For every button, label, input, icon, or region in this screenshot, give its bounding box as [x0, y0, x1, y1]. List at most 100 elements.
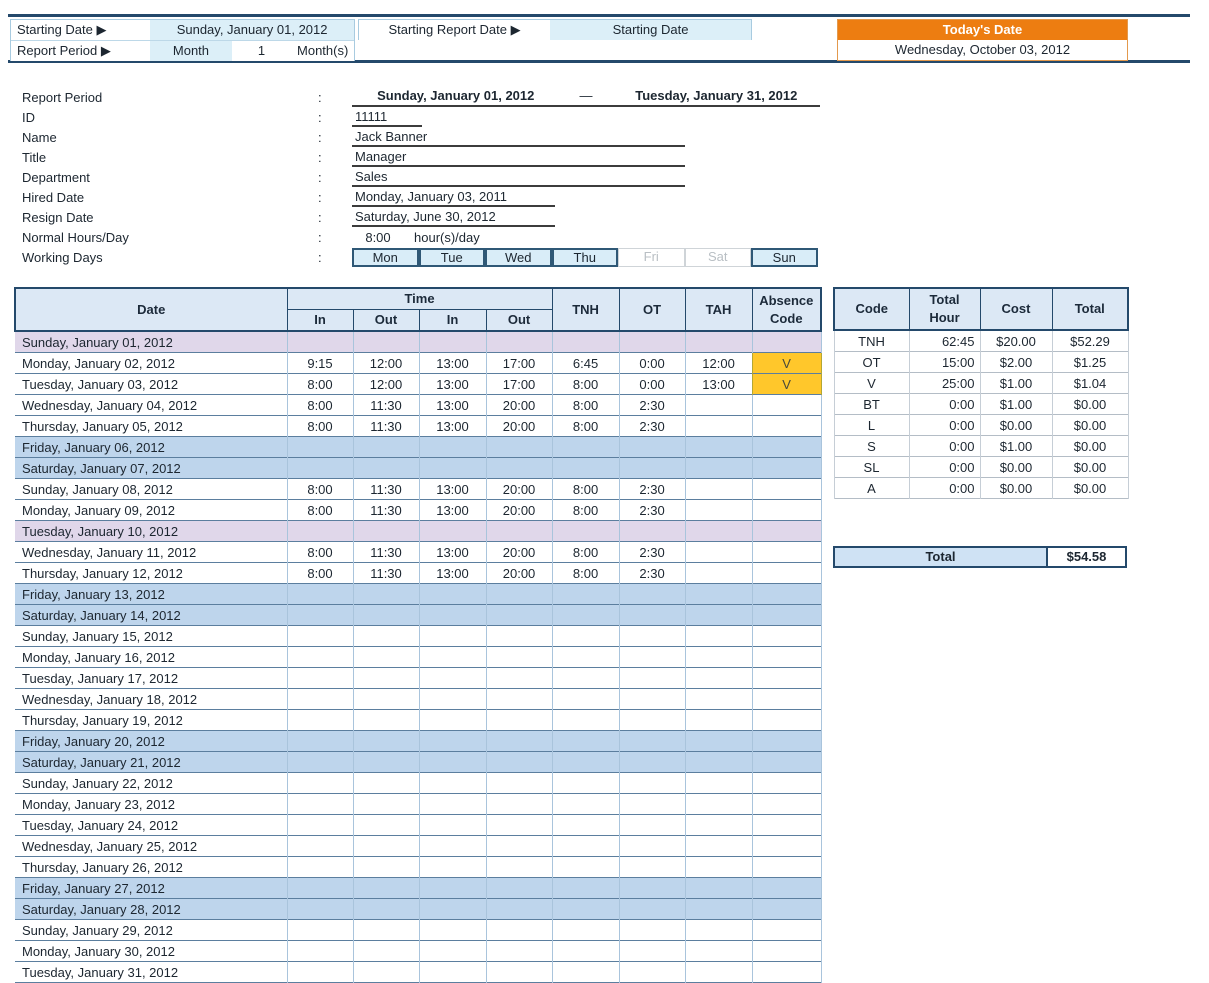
time-cell[interactable] [684, 919, 753, 941]
time-cell[interactable] [684, 625, 753, 647]
total-cell[interactable]: $52.29 [1051, 330, 1129, 352]
date-cell[interactable]: Saturday, January 14, 2012 [15, 604, 287, 626]
time-cell[interactable] [684, 562, 753, 584]
time-cell[interactable] [485, 898, 553, 920]
time-cell[interactable] [684, 730, 753, 752]
time-cell[interactable] [618, 604, 686, 626]
time-cell[interactable]: 8:00 [551, 541, 620, 563]
time-cell[interactable] [286, 898, 353, 920]
code-cell[interactable]: V [833, 372, 910, 394]
time-cell[interactable]: 8:00 [286, 394, 353, 416]
time-cell[interactable] [618, 961, 686, 983]
absence-code-cell[interactable] [751, 919, 822, 941]
time-cell[interactable] [418, 772, 486, 794]
absence-code-cell[interactable] [751, 394, 822, 416]
absence-code-cell[interactable] [751, 415, 822, 437]
absence-code-cell[interactable] [751, 709, 822, 731]
time-cell[interactable] [551, 667, 620, 689]
absence-code-cell[interactable] [751, 667, 822, 689]
time-cell[interactable] [352, 646, 419, 668]
grand-total-value[interactable]: $54.58 [1048, 548, 1125, 566]
time-cell[interactable]: 0:00 [618, 352, 686, 374]
date-cell[interactable]: Sunday, January 08, 2012 [15, 479, 287, 500]
time-cell[interactable]: 12:00 [352, 373, 419, 395]
date-cell[interactable]: Friday, January 06, 2012 [15, 436, 287, 458]
normal-hours-value[interactable]: 8:00 [352, 230, 404, 245]
time-cell[interactable] [352, 625, 419, 647]
time-cell[interactable] [551, 856, 620, 878]
date-cell[interactable]: Wednesday, January 18, 2012 [15, 689, 287, 710]
time-cell[interactable] [286, 856, 353, 878]
time-cell[interactable] [286, 961, 353, 983]
time-cell[interactable] [418, 919, 486, 941]
time-cell[interactable] [551, 457, 620, 479]
time-cell[interactable] [286, 877, 353, 899]
code-cell[interactable]: BT [833, 393, 910, 415]
time-cell[interactable] [684, 415, 753, 437]
time-cell[interactable]: 12:00 [684, 352, 753, 374]
report-period-unit[interactable]: Month [150, 41, 232, 61]
absence-code-cell[interactable] [751, 604, 822, 626]
report-period-from[interactable]: Sunday, January 01, 2012 [352, 88, 559, 105]
cost-cell[interactable]: $2.00 [979, 351, 1053, 373]
date-cell[interactable]: Friday, January 20, 2012 [15, 730, 287, 752]
time-cell[interactable] [485, 520, 553, 542]
time-cell[interactable]: 8:00 [286, 373, 353, 395]
time-cell[interactable]: 13:00 [684, 373, 753, 395]
time-cell[interactable] [485, 730, 553, 752]
date-cell[interactable]: Tuesday, January 17, 2012 [15, 668, 287, 689]
absence-code-cell[interactable] [751, 898, 822, 920]
time-cell[interactable] [418, 793, 486, 815]
time-cell[interactable] [684, 331, 753, 353]
time-cell[interactable] [684, 478, 753, 500]
time-cell[interactable]: 13:00 [418, 499, 486, 521]
time-cell[interactable] [485, 856, 553, 878]
time-cell[interactable]: 8:00 [551, 562, 620, 584]
absence-code-cell[interactable] [751, 541, 822, 563]
time-cell[interactable] [485, 583, 553, 605]
time-cell[interactable] [352, 583, 419, 605]
absence-code-cell[interactable] [751, 436, 822, 458]
time-cell[interactable]: 11:30 [352, 415, 419, 437]
time-cell[interactable]: 20:00 [485, 562, 553, 584]
title-value[interactable]: Manager [352, 148, 685, 167]
code-cell[interactable]: A [833, 477, 910, 499]
starting-report-date-value[interactable]: Starting Date [550, 20, 751, 40]
total-hour-cell[interactable]: 15:00 [908, 351, 981, 373]
time-cell[interactable] [286, 457, 353, 479]
time-cell[interactable] [684, 751, 753, 773]
absence-code-cell[interactable] [751, 625, 822, 647]
total-hour-cell[interactable]: 0:00 [908, 414, 981, 436]
time-cell[interactable] [551, 331, 620, 353]
time-cell[interactable] [352, 919, 419, 941]
time-cell[interactable] [684, 898, 753, 920]
time-cell[interactable]: 8:00 [551, 415, 620, 437]
date-cell[interactable]: Tuesday, January 31, 2012 [15, 962, 287, 983]
time-cell[interactable] [551, 940, 620, 962]
time-cell[interactable]: 8:00 [286, 562, 353, 584]
working-day-tue[interactable]: Tue [418, 247, 485, 267]
time-cell[interactable] [418, 604, 486, 626]
time-cell[interactable]: 8:00 [286, 499, 353, 521]
time-cell[interactable] [352, 772, 419, 794]
time-cell[interactable]: 0:00 [618, 373, 686, 395]
time-cell[interactable] [286, 709, 353, 731]
time-cell[interactable]: 20:00 [485, 394, 553, 416]
time-cell[interactable] [352, 898, 419, 920]
time-cell[interactable]: 13:00 [418, 415, 486, 437]
time-cell[interactable] [618, 919, 686, 941]
time-cell[interactable] [418, 667, 486, 689]
absence-code-cell[interactable] [751, 520, 822, 542]
date-cell[interactable]: Wednesday, January 04, 2012 [15, 395, 287, 416]
time-cell[interactable] [684, 856, 753, 878]
time-cell[interactable] [551, 877, 620, 899]
code-cell[interactable]: L [833, 414, 910, 436]
time-cell[interactable] [352, 331, 419, 353]
time-cell[interactable] [286, 751, 353, 773]
time-cell[interactable] [551, 583, 620, 605]
time-cell[interactable] [485, 751, 553, 773]
time-cell[interactable]: 9:15 [286, 352, 353, 374]
time-cell[interactable] [551, 898, 620, 920]
total-hour-cell[interactable]: 0:00 [908, 393, 981, 415]
time-cell[interactable] [684, 499, 753, 521]
